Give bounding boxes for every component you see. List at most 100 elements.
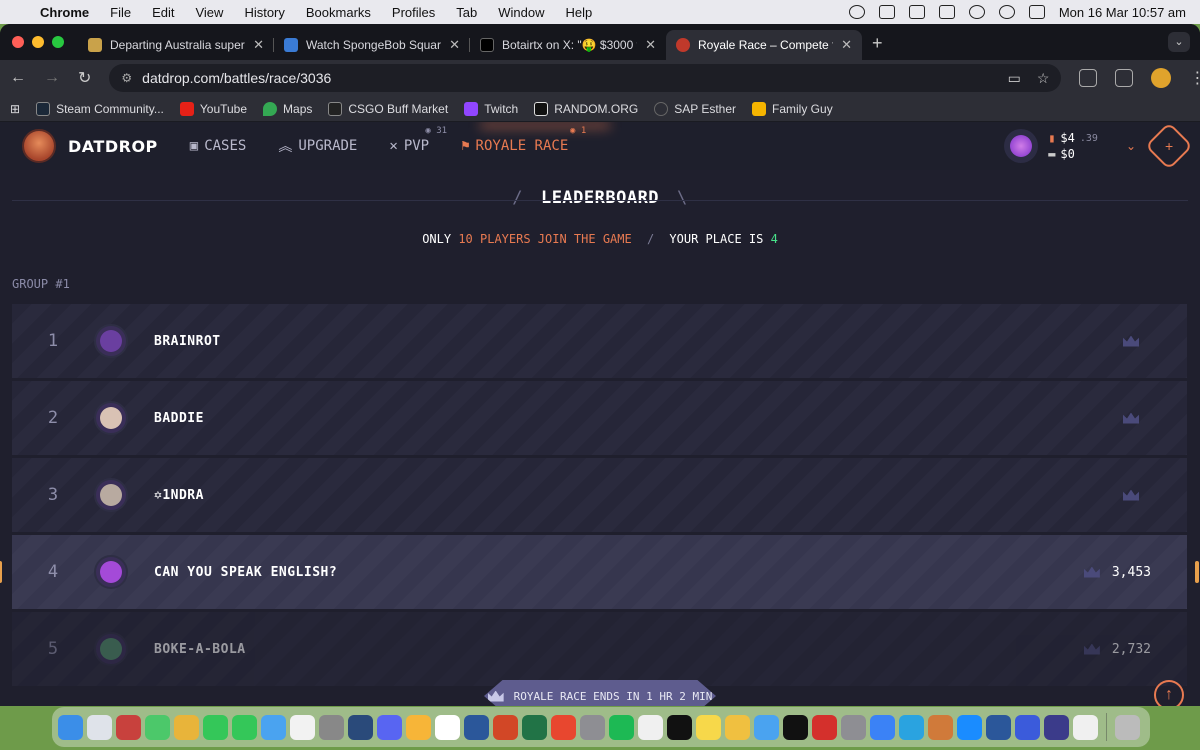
apps-grid-icon[interactable]: ⊞ xyxy=(10,102,20,116)
back-arrow-icon[interactable]: ← xyxy=(10,69,26,87)
dock-app-icon[interactable] xyxy=(841,714,866,740)
menu-bookmarks[interactable]: Bookmarks xyxy=(306,5,371,20)
forward-arrow-icon[interactable]: → xyxy=(44,69,60,87)
datdrop-logo[interactable] xyxy=(22,129,56,163)
bookmark-item[interactable]: RANDOM.ORG xyxy=(534,101,638,116)
balance-display[interactable]: ▮ $4 .39 ▬ $0 xyxy=(1048,131,1098,161)
browser-tab[interactable]: Departing Australia superann ✕ xyxy=(78,30,274,60)
chevron-down-icon[interactable]: ⌄ xyxy=(1126,139,1136,153)
shield-extension-icon[interactable] xyxy=(1079,69,1098,87)
dock-app-icon[interactable] xyxy=(580,714,605,740)
nav-royale-race[interactable]: ⚑ ROYALE RACE ◉ 1 xyxy=(461,126,586,154)
dock-app-icon[interactable] xyxy=(464,714,489,740)
leaderboard-row[interactable]: 2 BADDIE xyxy=(12,381,1187,455)
browser-tab[interactable]: Watch SpongeBob SquarePan ✕ xyxy=(274,30,470,60)
minimize-window-button[interactable] xyxy=(32,36,44,48)
url-text[interactable]: datdrop.com/battles/race/3036 xyxy=(142,70,331,86)
more-menu-icon[interactable]: ⋮ xyxy=(1189,68,1200,88)
dock-app-icon[interactable] xyxy=(870,714,895,740)
dock-app-icon[interactable] xyxy=(116,714,141,740)
bookmark-item[interactable]: SAP Esther xyxy=(654,101,736,116)
battery-icon[interactable] xyxy=(938,5,955,19)
dock-app-icon[interactable] xyxy=(435,714,460,740)
dock-app-icon[interactable] xyxy=(261,714,286,740)
dock-app-icon[interactable] xyxy=(58,714,83,740)
menubar-clock[interactable]: Mon 16 Mar 10:57 am xyxy=(1059,5,1186,20)
dock-app-icon[interactable] xyxy=(812,714,837,740)
cast-icon[interactable]: ▭ xyxy=(1008,70,1021,87)
bookmark-item[interactable]: Twitch xyxy=(464,101,518,116)
dock-app-icon[interactable] xyxy=(174,714,199,740)
dock-app-icon[interactable] xyxy=(725,714,750,740)
dock-app-icon[interactable] xyxy=(551,714,576,740)
bookmark-item[interactable]: CSGO Buff Market xyxy=(328,101,448,116)
dock-app-icon[interactable] xyxy=(348,714,373,740)
tab-close-icon[interactable]: ✕ xyxy=(253,37,264,53)
bookmark-item[interactable]: Family Guy xyxy=(752,101,833,116)
menu-tab[interactable]: Tab xyxy=(456,5,477,20)
tab-close-icon[interactable]: ✕ xyxy=(449,37,460,53)
dock-app-icon[interactable] xyxy=(406,714,431,740)
dock-app-icon[interactable] xyxy=(783,714,808,740)
bluetooth-icon[interactable] xyxy=(908,5,925,19)
grammarly-icon[interactable] xyxy=(878,5,895,19)
menu-file[interactable]: File xyxy=(110,5,131,20)
nav-cases[interactable]: ▣ CASES xyxy=(190,138,247,154)
browser-tab-active[interactable]: Royale Race – Compete for C ✕ xyxy=(666,30,862,60)
bookmark-item[interactable]: Maps xyxy=(263,101,312,116)
dock-app-icon[interactable] xyxy=(145,714,170,740)
deposit-button[interactable]: + xyxy=(1144,122,1194,171)
dock-app-icon[interactable] xyxy=(319,714,344,740)
nav-pvp[interactable]: ✕ PVP ◉ 31 xyxy=(389,126,447,154)
wifi-icon[interactable] xyxy=(968,5,985,19)
tab-close-icon[interactable]: ✕ xyxy=(645,37,656,53)
dock-app-icon[interactable] xyxy=(957,714,982,740)
leaderboard-row-current-user[interactable]: 4 CAN YOU SPEAK ENGLISH? 3,453 xyxy=(0,535,1199,609)
user-avatar[interactable] xyxy=(1004,129,1039,163)
dock-app-icon[interactable] xyxy=(203,714,228,740)
trash-icon[interactable] xyxy=(1115,714,1140,740)
creative-cloud-icon[interactable] xyxy=(848,5,865,19)
leaderboard-row[interactable]: 5 BOKE-A-BOLA 2,732 xyxy=(12,612,1187,686)
dock-app-icon[interactable] xyxy=(754,714,779,740)
spotlight-search-icon[interactable] xyxy=(998,5,1015,19)
dock-app-icon[interactable] xyxy=(1015,714,1040,740)
dock-app-icon[interactable] xyxy=(290,714,315,740)
menu-edit[interactable]: Edit xyxy=(152,5,174,20)
dock-app-icon[interactable] xyxy=(377,714,402,740)
dock-app-icon[interactable] xyxy=(493,714,518,740)
bookmark-star-icon[interactable]: ☆ xyxy=(1037,70,1050,87)
dock-app-icon[interactable] xyxy=(609,714,634,740)
dock-app-icon[interactable] xyxy=(87,714,112,740)
dock-app-icon[interactable] xyxy=(928,714,953,740)
leaderboard-row[interactable]: 1 BRAINROT xyxy=(12,304,1187,378)
address-bar[interactable]: ⚙ datdrop.com/battles/race/3036 ▭ ☆ xyxy=(109,64,1062,92)
zoom-window-button[interactable] xyxy=(52,36,64,48)
menu-profiles[interactable]: Profiles xyxy=(392,5,435,20)
profile-avatar[interactable] xyxy=(1151,68,1172,88)
close-window-button[interactable] xyxy=(12,36,24,48)
control-center-icon[interactable] xyxy=(1028,5,1045,19)
dock-app-icon[interactable] xyxy=(667,714,692,740)
leaderboard-row[interactable]: 3 ✡1NDRA xyxy=(12,458,1187,532)
menu-window[interactable]: Window xyxy=(498,5,544,20)
nav-upgrade[interactable]: ︽ UPGRADE xyxy=(278,136,357,156)
dock-app-icon[interactable] xyxy=(1044,714,1069,740)
bookmark-item[interactable]: Steam Community... xyxy=(36,101,164,116)
dock-app-icon[interactable] xyxy=(1073,714,1098,740)
menu-app-name[interactable]: Chrome xyxy=(40,5,89,20)
reload-icon[interactable]: ↻ xyxy=(78,68,91,88)
menu-help[interactable]: Help xyxy=(566,5,593,20)
dock-app-icon[interactable] xyxy=(986,714,1011,740)
menu-history[interactable]: History xyxy=(244,5,284,20)
tab-search-chevron-icon[interactable]: ⌄ xyxy=(1168,32,1190,52)
brand-name[interactable]: DATDROP xyxy=(68,137,158,156)
browser-tab[interactable]: Botairtx on X: "🤑 $3000 free ✕ xyxy=(470,30,666,60)
tab-close-icon[interactable]: ✕ xyxy=(841,37,852,53)
menu-view[interactable]: View xyxy=(195,5,223,20)
dock-app-icon[interactable] xyxy=(638,714,663,740)
dock-app-icon[interactable] xyxy=(522,714,547,740)
puzzle-extension-icon[interactable] xyxy=(1115,69,1134,87)
site-settings-icon[interactable]: ⚙ xyxy=(121,71,132,85)
dock-app-icon[interactable] xyxy=(696,714,721,740)
